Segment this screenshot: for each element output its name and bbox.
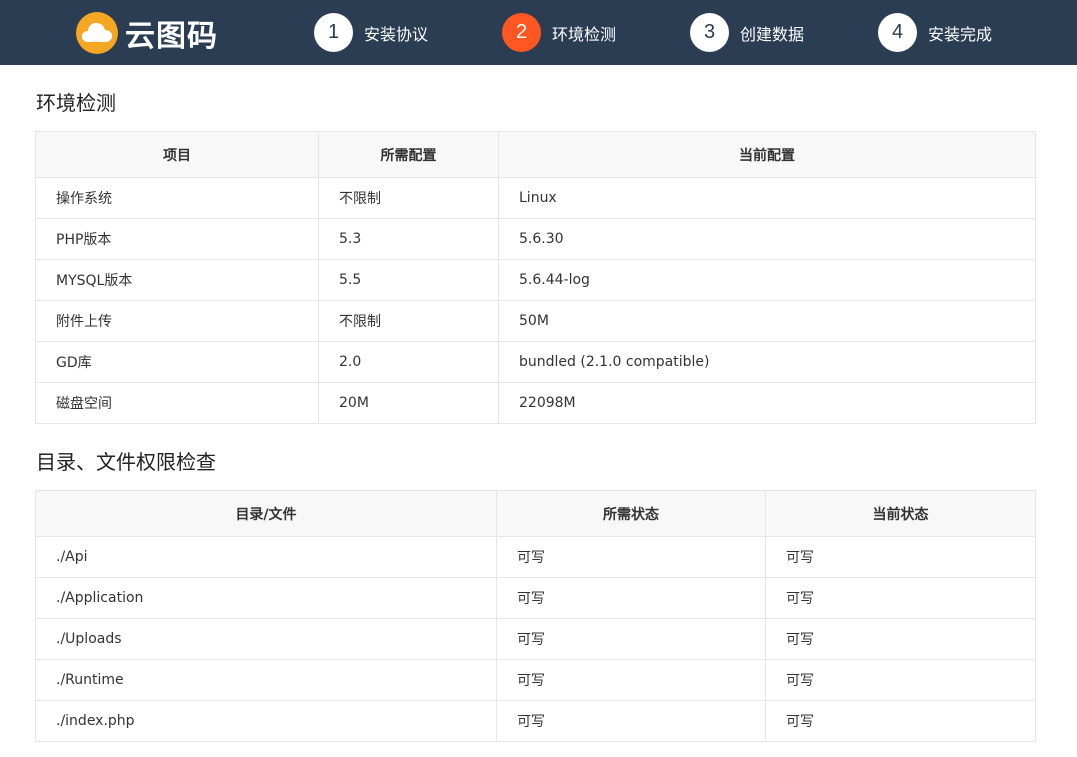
step-number: 1 (314, 13, 353, 52)
table-header-row: 项目 所需配置 当前配置 (35, 131, 1036, 178)
column-header: 所需配置 (318, 131, 499, 178)
step-number: 2 (502, 13, 541, 52)
table-header-row: 目录/文件 所需状态 当前状态 (35, 490, 1036, 537)
table-row: PHP版本 5.3 5.6.30 (35, 218, 1036, 260)
table-cell: GD库 (35, 341, 319, 383)
table-cell: 可写 (765, 700, 1036, 742)
step-2: 2 环境检测 (502, 13, 616, 52)
table-cell: 5.3 (318, 218, 499, 260)
column-header: 所需状态 (496, 490, 766, 537)
table-cell: 不限制 (318, 177, 499, 219)
top-bar: 云图码 1 安装协议 2 环境检测 3 创建数据 4 安装完成 (0, 0, 1077, 65)
table-cell: PHP版本 (35, 218, 319, 260)
table-cell: 50M (498, 300, 1036, 342)
env-section-title: 环境检测 (36, 91, 116, 115)
brand-name: 云图码 (125, 19, 218, 54)
table-cell: ./Application (35, 577, 497, 619)
step-label: 安装完成 (928, 24, 993, 44)
step-label: 环境检测 (552, 24, 617, 44)
table-cell: 磁盘空间 (35, 382, 319, 424)
perm-section-title: 目录、文件权限检查 (36, 450, 216, 474)
table-row: ./index.php 可写 可写 (35, 700, 1036, 742)
step-4: 4 安装完成 (878, 13, 992, 52)
table-row: ./Api 可写 可写 (35, 536, 1036, 578)
table-cell: 可写 (496, 618, 766, 660)
table-row: ./Runtime 可写 可写 (35, 659, 1036, 701)
table-cell: ./Api (35, 536, 497, 578)
table-cell: Linux (498, 177, 1036, 219)
step-1: 1 安装协议 (314, 13, 428, 52)
table-cell: 可写 (496, 536, 766, 578)
table-cell: 20M (318, 382, 499, 424)
table-row: MYSQL版本 5.5 5.6.44-log (35, 259, 1036, 301)
table-cell: 5.6.44-log (498, 259, 1036, 301)
cloud-icon (76, 12, 118, 54)
table-row: 附件上传 不限制 50M (35, 300, 1036, 342)
table-row: 磁盘空间 20M 22098M (35, 382, 1036, 424)
column-header: 当前状态 (765, 490, 1036, 537)
table-row: ./Application 可写 可写 (35, 577, 1036, 619)
table-cell: 可写 (496, 659, 766, 701)
table-row: 操作系统 不限制 Linux (35, 177, 1036, 219)
step-number: 3 (690, 13, 729, 52)
step-label: 创建数据 (740, 24, 805, 44)
table-cell: 5.6.30 (498, 218, 1036, 260)
table-cell: 附件上传 (35, 300, 319, 342)
permission-table: 目录/文件 所需状态 当前状态 ./Api 可写 可写 ./Applicatio… (35, 490, 1036, 742)
brand-logo[interactable]: 云图码 (76, 12, 218, 54)
table-cell: 可写 (765, 536, 1036, 578)
column-header: 当前配置 (498, 131, 1036, 178)
table-cell: 不限制 (318, 300, 499, 342)
table-cell: 可写 (765, 577, 1036, 619)
table-cell: ./Uploads (35, 618, 497, 660)
table-cell: 可写 (765, 618, 1036, 660)
table-cell: 5.5 (318, 259, 499, 301)
table-cell: 操作系统 (35, 177, 319, 219)
step-label: 安装协议 (364, 24, 429, 44)
column-header: 项目 (35, 131, 319, 178)
table-cell: 22098M (498, 382, 1036, 424)
table-row: ./Uploads 可写 可写 (35, 618, 1036, 660)
table-cell: ./index.php (35, 700, 497, 742)
table-cell: 可写 (496, 577, 766, 619)
table-cell: 可写 (765, 659, 1036, 701)
table-cell: 可写 (496, 700, 766, 742)
table-cell: ./Runtime (35, 659, 497, 701)
step-3: 3 创建数据 (690, 13, 804, 52)
table-cell: MYSQL版本 (35, 259, 319, 301)
table-cell: bundled (2.1.0 compatible) (498, 341, 1036, 383)
column-header: 目录/文件 (35, 490, 497, 537)
table-row: GD库 2.0 bundled (2.1.0 compatible) (35, 341, 1036, 383)
step-number: 4 (878, 13, 917, 52)
env-table: 项目 所需配置 当前配置 操作系统 不限制 Linux PHP版本 5.3 5.… (35, 131, 1036, 424)
table-cell: 2.0 (318, 341, 499, 383)
